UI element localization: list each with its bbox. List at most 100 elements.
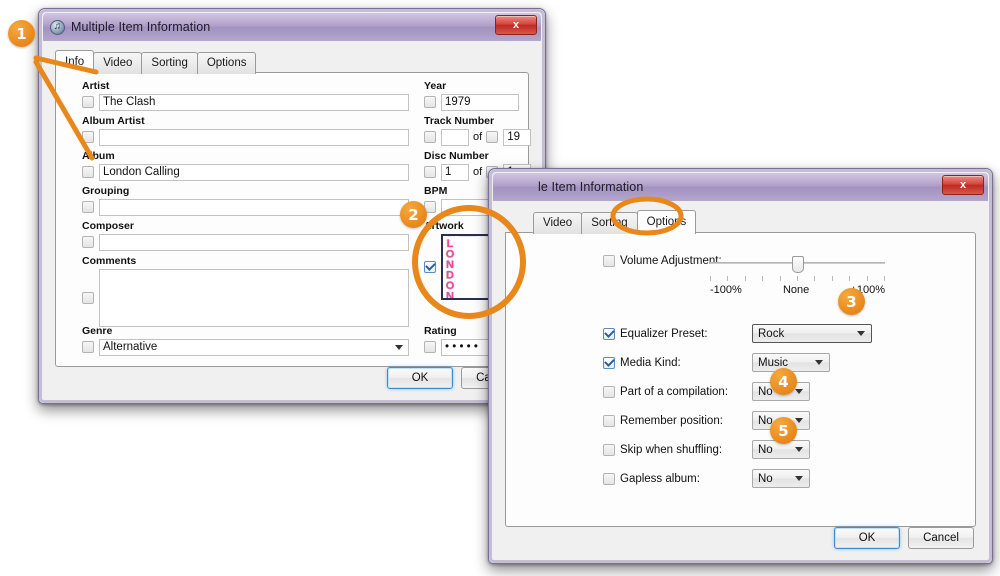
disc-of-label: of [473,166,483,179]
album-artist-field-group: Album Artist [82,115,412,146]
comments-field-group: Comments [82,255,412,327]
multiple-item-information-dialog[interactable]: ♫ Multiple Item Information x Info Video… [38,8,546,404]
itunes-note-icon: ♫ [50,19,65,35]
composer-input[interactable] [99,233,409,251]
gapless-album-checkbox[interactable] [603,472,615,485]
volume-adjustment-checkbox[interactable] [603,255,615,267]
remember-position-checkbox[interactable] [603,414,615,427]
info-tab-panel: Artist The Clash Album Artist Album Lond… [55,72,532,367]
annotation-marker-3: 3 [838,288,865,315]
right-tab-sorting[interactable]: Sorting [581,212,638,234]
comments-checkbox[interactable] [82,291,94,304]
chevron-down-icon [795,447,803,452]
right-tab-video[interactable]: Video [533,212,583,234]
year-checkbox[interactable] [424,96,436,109]
right-tab-options[interactable]: Options [636,210,697,234]
genre-select[interactable]: Alternative [99,338,409,356]
right-dialog-tabstrip: Video Sorting Options [533,210,697,234]
genre-field-group: Genre Alternative [82,325,412,356]
right-ok-button[interactable]: OK [834,527,900,549]
track-number-row: of 19 [424,128,532,146]
album-label: Album [82,150,115,162]
media-kind-select[interactable]: Music [752,353,830,372]
year-field-group: Year 1979 [424,80,519,111]
disc-number-checkbox[interactable] [424,166,436,179]
slider-ticks [710,276,885,281]
grouping-input[interactable] [99,198,409,216]
album-field-group: Album London Calling [82,150,412,181]
disc-number-input[interactable]: 1 [441,163,469,181]
slider-thumb[interactable] [791,256,804,273]
track-number-checkbox[interactable] [424,131,436,144]
gapless-album-label: Gapless album: [620,472,700,485]
artist-field-group: Artist The Clash [82,80,412,111]
skip-when-shuffling-checkbox[interactable] [603,443,615,456]
close-icon[interactable]: x [495,15,537,35]
tab-options[interactable]: Options [196,52,257,74]
track-number-field-group: Track Number of 19 [424,115,532,146]
right-dialog-button-row: OK Cancel [834,527,974,549]
album-checkbox[interactable] [82,166,94,179]
annotation-marker-4: 4 [770,368,797,395]
grouping-checkbox[interactable] [82,201,94,214]
album-artist-row [82,128,412,146]
skip-when-shuffling-label: Skip when shuffling: [620,443,723,456]
tab-info[interactable]: Info [55,50,95,74]
annotation-marker-5: 5 [770,417,797,444]
annotation-marker-1: 1 [8,20,35,47]
equalizer-preset-checkbox[interactable] [603,327,615,340]
right-dialog-titlebar[interactable]: le Item Information x [493,173,988,201]
item-information-options-dialog[interactable]: le Item Information x Video Sorting Opti… [488,168,993,564]
track-number-input[interactable] [441,128,469,146]
media-kind-row: Media Kind: Music [603,353,872,372]
annotation-marker-2: 2 [400,201,427,228]
album-artist-label: Album Artist [82,115,145,127]
chevron-down-icon [795,476,803,481]
track-total-input[interactable]: 19 [503,128,532,146]
rating-checkbox[interactable] [424,341,436,354]
right-dialog-title: le Item Information [538,180,644,194]
marker-3-number: 3 [846,292,857,311]
comments-row [82,268,412,327]
chevron-down-icon [395,344,403,350]
gapless-album-value: No [758,472,773,485]
gapless-album-row: Gapless album: No [603,469,872,488]
part-of-compilation-checkbox[interactable] [603,385,615,398]
left-dialog-body: Info Video Sorting Options Artist The Cl… [43,41,541,399]
right-dialog-body: Video Sorting Options Volume Adjustment: [493,201,988,559]
left-dialog-titlebar[interactable]: ♫ Multiple Item Information x [43,13,541,41]
options-list: Equalizer Preset: Rock Media Kind: Music [603,324,872,488]
grouping-row [82,198,412,216]
volume-adjustment-row: Volume Adjustment: [603,255,722,267]
year-label: Year [424,80,447,92]
composer-checkbox[interactable] [82,236,94,249]
album-input[interactable]: London Calling [99,163,409,181]
chevron-down-icon [795,389,803,394]
right-cancel-button[interactable]: Cancel [908,527,974,549]
equalizer-preset-select[interactable]: Rock [752,324,872,343]
left-dialog-title: Multiple Item Information [71,20,211,34]
track-total-checkbox[interactable] [486,131,499,144]
artwork-checkbox[interactable] [424,260,436,273]
media-kind-checkbox[interactable] [603,356,615,369]
volume-adjustment-label: Volume Adjustment: [620,255,722,267]
comments-input[interactable] [99,268,409,327]
tab-sorting[interactable]: Sorting [141,52,198,74]
right-close-icon[interactable]: x [942,175,984,195]
equalizer-preset-value: Rock [758,327,785,340]
gapless-album-select[interactable]: No [752,469,810,488]
marker-5-number: 5 [778,421,789,440]
year-input[interactable]: 1979 [441,93,519,111]
tab-video[interactable]: Video [93,52,143,74]
artist-input[interactable]: The Clash [99,93,409,111]
artist-checkbox[interactable] [82,96,94,109]
genre-checkbox[interactable] [82,341,94,354]
album-artist-input[interactable] [99,128,409,146]
remember-position-label: Remember position: [620,414,723,427]
year-row: 1979 [424,93,519,111]
composer-field-group: Composer [82,220,412,251]
album-artist-checkbox[interactable] [82,131,94,144]
left-ok-button[interactable]: OK [387,367,453,389]
equalizer-preset-label: Equalizer Preset: [620,327,708,340]
remember-position-row: Remember position: No [603,411,872,430]
